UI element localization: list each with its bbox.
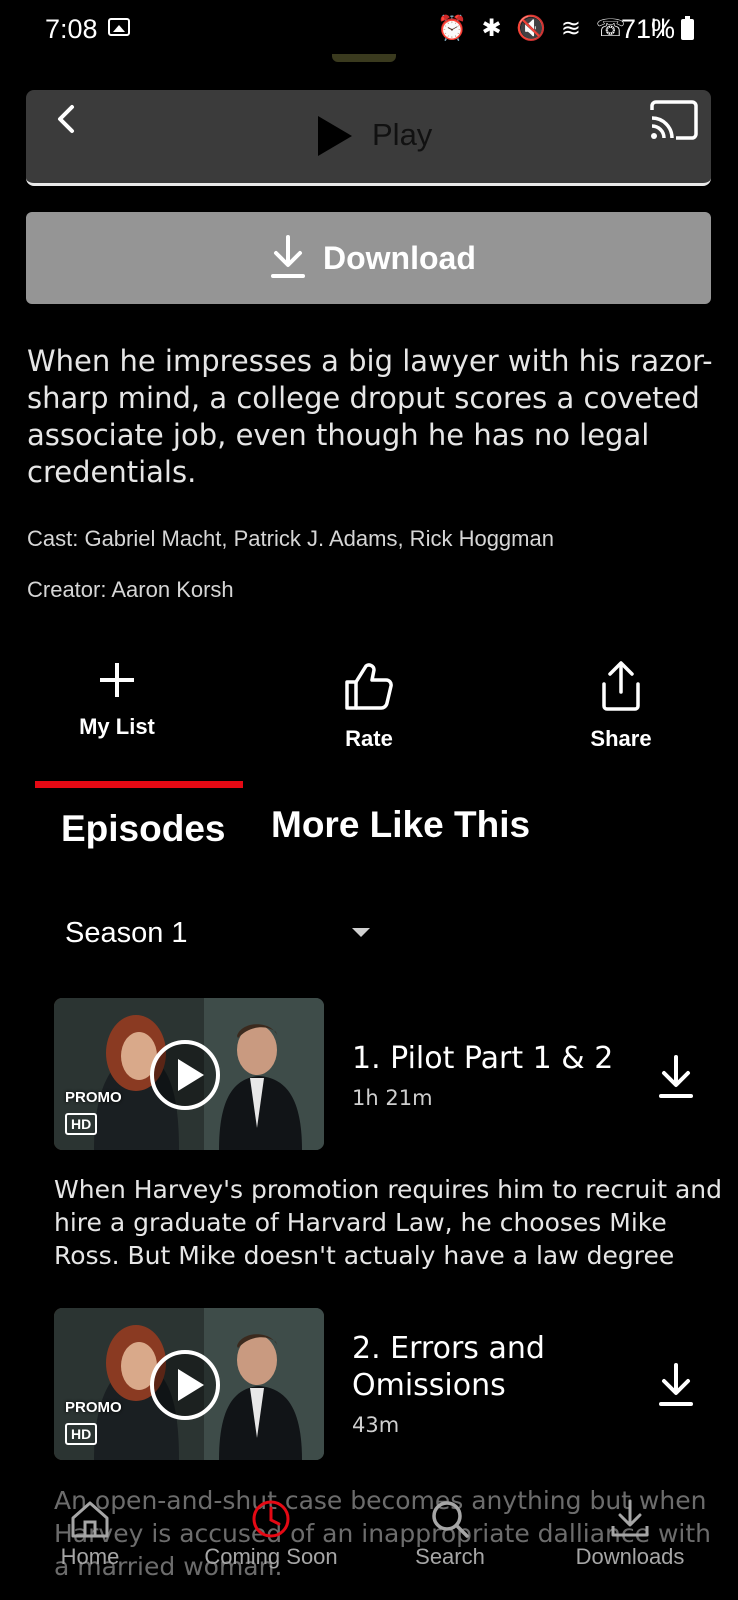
my-list-label: My List — [79, 714, 155, 739]
promo-label: PROMO — [65, 1089, 122, 1106]
back-arrow-icon[interactable] — [52, 104, 82, 134]
nav-coming-soon[interactable]: Coming Soon — [186, 1490, 356, 1570]
nav-downloads-label: Downloads — [575, 1544, 685, 1569]
episode-description: When Harvey's promotion requires him to … — [54, 1175, 723, 1270]
hd-badge: HD — [65, 1113, 98, 1135]
nav-search-label: Search — [415, 1544, 485, 1569]
chevron-down-icon[interactable] — [352, 928, 370, 937]
episode-title[interactable]: 2. Errors and Omissions — [352, 1330, 632, 1404]
play-circle-icon[interactable] — [150, 1350, 220, 1420]
episode-duration: 43m — [352, 1413, 400, 1437]
share-icon — [602, 661, 640, 711]
play-label: Play — [372, 117, 433, 152]
share-button[interactable]: Share — [551, 660, 691, 752]
nav-home-label: Home — [60, 1544, 120, 1569]
status-time: 7:08 — [45, 14, 98, 44]
rate-label: Rate — [345, 726, 393, 751]
tab-episodes[interactable]: Episodes — [61, 808, 226, 850]
creator: Creator: Aaron Korsh — [27, 577, 234, 602]
play-circle-icon[interactable] — [150, 1040, 220, 1110]
plus-icon — [100, 663, 134, 697]
episode-thumbnail[interactable]: PROMO HD — [54, 998, 324, 1150]
cast-icon[interactable] — [648, 100, 700, 142]
search-icon — [432, 1501, 469, 1538]
episode-title[interactable]: 1. Pilot Part 1 & 2 — [352, 1040, 632, 1077]
synopsis: When he impresses a big lawyer with his … — [27, 344, 713, 489]
season-selector[interactable]: Season 1 — [65, 917, 188, 950]
tab-more-like-this[interactable]: More Like This — [271, 804, 530, 846]
home-icon — [71, 1501, 109, 1538]
thumbs-up-icon — [345, 663, 393, 710]
my-list-button[interactable]: My List — [47, 660, 187, 740]
active-tab-indicator — [35, 781, 243, 788]
top-peek — [332, 54, 396, 62]
bottom-navigation: Home Coming Soon Search Downloads — [0, 1490, 738, 1600]
nav-coming-soon-label: Coming Soon — [204, 1544, 338, 1569]
clock-icon — [252, 1500, 290, 1538]
episode-thumbnail[interactable]: PROMO HD — [54, 1308, 324, 1460]
status-bar: 7:08 ⏰ ✱ 🔇 ≋ ☏ ıll 71% — [0, 0, 738, 60]
gallery-notification-icon — [108, 18, 130, 36]
battery-percent: 71% — [621, 14, 676, 44]
share-label: Share — [590, 726, 652, 751]
rate-button[interactable]: Rate — [299, 660, 439, 752]
play-button[interactable] — [26, 90, 711, 186]
battery-icon — [681, 16, 694, 40]
download-label: Download — [323, 240, 476, 276]
promo-label: PROMO — [65, 1399, 122, 1416]
nav-downloads[interactable]: Downloads — [545, 1490, 715, 1570]
downloads-icon — [611, 1499, 649, 1537]
cast-list: Cast: Gabriel Macht, Patrick J. Adams, R… — [27, 526, 554, 551]
hd-badge: HD — [65, 1423, 98, 1445]
play-icon — [318, 116, 352, 156]
episode-download-icon[interactable] — [658, 1362, 694, 1408]
download-icon — [271, 235, 305, 278]
nav-search[interactable]: Search — [365, 1490, 535, 1570]
nav-home[interactable]: Home — [5, 1490, 175, 1570]
episode-duration: 1h 21m — [352, 1086, 433, 1110]
episode-download-icon[interactable] — [658, 1054, 694, 1100]
